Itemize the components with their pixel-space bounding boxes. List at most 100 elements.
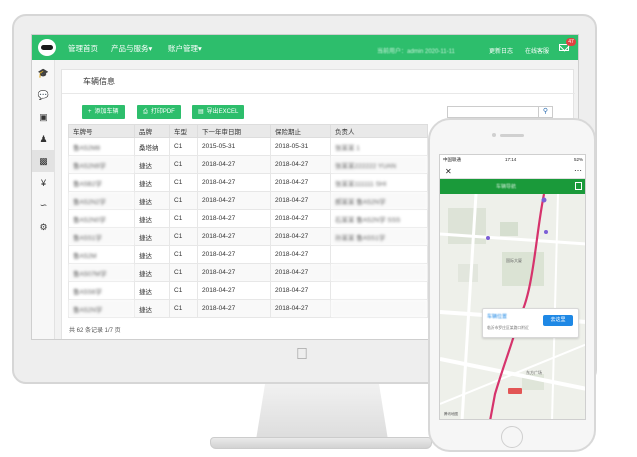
map-place-label: 国际大厦 [506,258,522,263]
search-icon[interactable]: ⚲ [538,107,552,117]
cell-brand: 捷达 [134,209,170,228]
table-row[interactable]: 鲁A52N0学 捷达 C1 2018-04-27 2018-04-27 石某某 鲁A52N… [68,209,428,228]
cell-review: 2018-04-27 [197,155,271,174]
cell-plate: 鲁A52N9学 [68,155,135,174]
changelog-link[interactable]: 更新日志 [489,46,513,55]
col-plate[interactable]: 车牌号 [68,124,135,138]
cell-review: 2018-04-27 [197,173,271,192]
cell-insurance: 2018-04-27 [270,209,331,228]
cell-review: 2015-05-31 [197,137,271,156]
cell-plate: 鲁A507M学 [68,263,135,282]
table-row[interactable]: 鲁A52N学 捷达 C1 2018-04-27 2018-04-27 [68,299,428,318]
map-view[interactable]: 国际大厦 金雀山路 东方广场 车辆位置 临沂市罗庄区某路口附近 去这里 A 腾讯… [440,193,585,419]
car-icon[interactable]: ▩ [32,150,55,172]
add-vehicle-button[interactable]: + 添加车辆 [82,105,125,119]
cell-review: 2018-04-27 [197,299,271,318]
cell-owner: 张某某111111 SHI [330,173,428,192]
cell-plate: 鲁A5B2学 [68,173,135,192]
mobile-phone: 中国联通 17:14 52% ✕ ⋯ 车辆导航 国际大厦 东方广场 车辆位置 临… [428,118,596,452]
col-insurance-date[interactable]: 保险期止 [270,124,331,138]
monitor-base [210,437,432,449]
table-row[interactable]: 鲁A52N9学 捷达 C1 2018-04-27 2018-04-27 张某某222222… [68,155,428,174]
table-row[interactable]: 鲁A52N2学 捷达 C1 2018-04-27 2018-04-27 郝某某 鲁A52N… [68,191,428,210]
support-link[interactable]: 在线客服 [525,46,549,55]
printer-icon: ⎙ [143,109,148,115]
phone-status-bar: 中国联通 17:14 52% [440,155,585,165]
carrier-text: 中国联通 [443,157,461,162]
search-input[interactable]: ⚲ [447,106,553,118]
nav-account[interactable]: 账户管理▾ [168,43,202,54]
close-icon[interactable]: ✕ [445,167,452,176]
cell-insurance: 2018-04-27 [270,281,331,300]
cell-insurance: 2018-04-27 [270,155,331,174]
wechat-icon[interactable]: 💬 [32,84,55,106]
cell-type: C1 [169,173,198,192]
vehicle-table: 车牌号 品牌 车型 下一年审日期 保险期止 负责人 鲁A52M8 桑塔纳 C1 201… [68,124,428,318]
popup-address: 临沂市罗庄区某路口附近 [487,326,529,330]
cell-review: 2018-04-27 [197,209,271,228]
phone-screen: 中国联通 17:14 52% ✕ ⋯ 车辆导航 国际大厦 东方广场 车辆位置 临… [439,154,586,420]
cell-type: C1 [169,227,198,246]
cell-owner [330,263,428,282]
cell-type: C1 [169,263,198,282]
add-vehicle-label: 添加车辆 [94,109,119,115]
home-button[interactable] [501,426,523,448]
table-row[interactable]: 鲁A5S6学 捷达 C1 2018-04-27 2018-04-27 [68,281,428,300]
cell-brand: 捷达 [134,263,170,282]
phone-title-bar: ✕ ⋯ [440,165,585,179]
nav-home[interactable]: 管理首页 [68,43,98,54]
graduation-cap-icon[interactable]: 🎓 [32,62,55,84]
plus-icon: + [88,109,92,115]
cube-icon[interactable]: ▣ [32,106,55,128]
line-chart-icon[interactable]: ∽ [32,194,55,216]
monitor-stand [256,384,388,440]
yen-icon[interactable]: ¥ [32,172,55,194]
cell-plate: 鲁A52M [68,245,135,264]
cell-insurance: 2018-04-27 [270,299,331,318]
table-body: 鲁A52M8 桑塔纳 C1 2015-05-31 2018-05-31 张某某 1 鲁A52… [68,137,428,318]
print-pdf-button[interactable]: ⎙ 打印PDF [137,105,181,119]
nav-products[interactable]: 产品与服务▾ [111,43,152,54]
table-header-row: 车牌号 品牌 车型 下一年审日期 保险期止 负责人 [68,124,428,138]
cell-brand: 捷达 [134,281,170,300]
divider [62,93,575,94]
cell-owner: 石某某 鲁A52N学 SSS [330,209,428,228]
phone-title: 车辆导航 [496,184,517,190]
col-brand[interactable]: 品牌 [134,124,170,138]
cell-plate: 鲁A52N学 [68,299,135,318]
export-excel-button[interactable]: ▤ 导出EXCEL [192,105,245,119]
navigate-button[interactable]: 去这里 [543,315,573,326]
table-row[interactable]: 鲁A52M8 桑塔纳 C1 2015-05-31 2018-05-31 张某某 1 [68,137,428,156]
table-row[interactable]: 鲁A5B2学 捷达 C1 2018-04-27 2018-04-27 张某某111111 … [68,173,428,192]
users-icon[interactable]: ♟ [32,128,55,150]
table-row[interactable]: 鲁A52M 捷达 C1 2018-04-27 2018-04-27 [68,245,428,264]
cell-plate: 鲁A5S6学 [68,281,135,300]
cell-plate: 鲁A52N0学 [68,209,135,228]
mail-count-badge: 47 [566,38,576,46]
menu-icon[interactable] [575,182,582,190]
status-text: 当前用户：admin 2020-11-11 [377,49,455,55]
table-row[interactable]: 鲁A5S1学 捷达 C1 2018-04-27 2018-04-27 孙某某 鲁A5S1学 [68,227,428,246]
cell-owner: 郝某某 鲁A52N学 [330,191,428,210]
col-review-date[interactable]: 下一年审日期 [197,124,271,138]
col-owner[interactable]: 负责人 [330,124,428,138]
cell-plate: 鲁A5S1学 [68,227,135,246]
table-row[interactable]: 鲁A507M学 捷达 C1 2018-04-27 2018-04-27 [68,263,428,282]
phone-header: 车辆导航 [440,179,585,194]
top-bar: 管理首页 产品与服务▾ 账户管理▾ 当前用户：admin 2020-11-11 … [32,35,578,60]
cell-type: C1 [169,281,198,300]
more-icon[interactable]: ⋯ [574,166,582,175]
popup-title: 车辆位置 [487,314,508,320]
gear-icon[interactable]: ⚙ [32,216,55,238]
logo [38,39,56,56]
location-popup[interactable]: 车辆位置 临沂市罗庄区某路口附近 去这里 [482,308,579,338]
camera [492,133,496,137]
cell-brand: 捷达 [134,173,170,192]
cell-insurance: 2018-04-27 [270,173,331,192]
col-type[interactable]: 车型 [169,124,198,138]
cell-insurance: 2018-04-27 [270,263,331,282]
map-brand: 腾讯地图 [444,412,458,416]
sidebar: 🎓 💬 ▣ ♟ ▩ ¥ ∽ ⚙ [32,60,55,339]
cell-type: C1 [169,209,198,228]
cell-insurance: 2018-05-31 [270,137,331,156]
